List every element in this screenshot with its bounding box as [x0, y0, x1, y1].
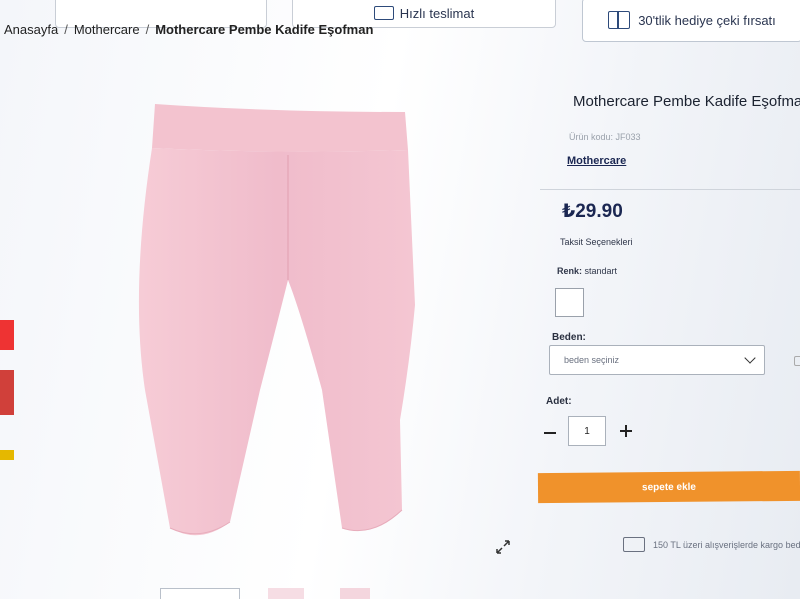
color-label: Renk: — [557, 266, 583, 276]
size-guide-icon[interactable] — [794, 356, 800, 366]
chevron-down-icon — [744, 352, 756, 364]
thumbnail[interactable] — [340, 588, 370, 599]
product-title: Mothercare Pembe Kadife Eşofman — [573, 93, 800, 110]
gift-voucher-box[interactable]: 30'tlik hediye çeki fırsatı — [582, 0, 800, 42]
quantity-decrease-button[interactable] — [544, 432, 556, 434]
size-select[interactable]: beden seçiniz — [549, 345, 765, 375]
thumbnail[interactable] — [268, 588, 304, 599]
product-code: Ürün kodu: JF033 — [569, 132, 641, 142]
divider — [540, 189, 800, 190]
quantity-label: Adet: — [546, 396, 572, 407]
add-to-cart-button[interactable]: sepete ekle — [537, 470, 800, 504]
truck-icon — [373, 6, 394, 20]
breadcrumb-home[interactable]: Anasayfa — [4, 22, 58, 37]
product-price: ₺29.90 — [562, 201, 623, 222]
size-select-value: beden seçiniz — [564, 355, 620, 365]
product-page: Hızlı teslimat 30'tlik hediye çeki fırsa… — [0, 0, 800, 599]
thumbnail[interactable] — [160, 588, 240, 599]
product-image[interactable] — [110, 90, 440, 560]
breadcrumb: Anasayfa / Mothercare / Mothercare Pembe… — [4, 22, 373, 37]
gift-voucher-label: 30'tlik hediye çeki fırsatı — [638, 12, 776, 28]
color-value: standart — [584, 266, 618, 276]
fast-delivery-label: Hızlı teslimat — [399, 5, 475, 21]
breadcrumb-current: Mothercare Pembe Kadife Eşofman — [155, 22, 374, 37]
breadcrumb-separator: / — [64, 22, 68, 37]
color-row: Renk: standart — [557, 266, 617, 276]
product-info-panel: Mothercare Pembe Kadife Eşofman Ürün kod… — [537, 80, 800, 599]
installment-options-link[interactable]: Taksit Seçenekleri — [560, 237, 633, 247]
breadcrumb-separator: / — [145, 22, 150, 37]
expand-icon[interactable] — [496, 540, 510, 554]
shipping-note-text: 150 TL üzeri alışverişlerde kargo bedava — [653, 539, 800, 550]
breadcrumb-category[interactable]: Mothercare — [74, 22, 140, 37]
brand-link[interactable]: Mothercare — [567, 155, 626, 167]
gift-icon — [608, 11, 631, 29]
size-label: Beden: — [552, 332, 586, 343]
color-swatch[interactable] — [555, 288, 584, 317]
pants-illustration — [138, 104, 415, 536]
truck-icon — [623, 537, 645, 552]
quantity-increase-button[interactable] — [620, 425, 632, 437]
shipping-note: 150 TL üzeri alışverişlerde kargo bedava — [623, 537, 800, 552]
quantity-input[interactable]: 1 — [568, 416, 606, 446]
previous-image-edge — [0, 300, 14, 460]
